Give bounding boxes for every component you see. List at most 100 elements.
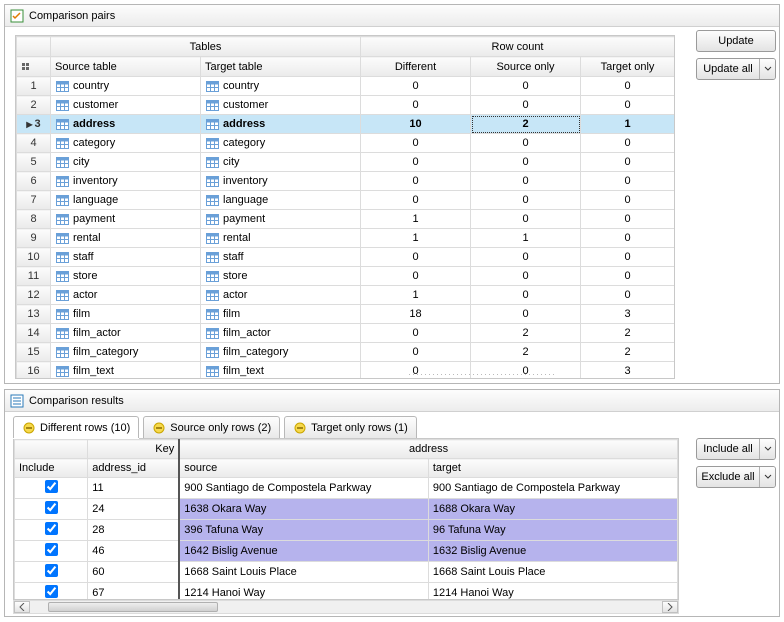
- source-only-cell[interactable]: 0: [471, 267, 581, 286]
- table-row[interactable]: 671214 Hanoi Way1214 Hanoi Way: [15, 583, 678, 601]
- source-only-cell[interactable]: 0: [471, 77, 581, 96]
- row-number[interactable]: 5: [17, 153, 51, 172]
- target-only-cell[interactable]: 0: [581, 210, 675, 229]
- target-only-cell[interactable]: 0: [581, 191, 675, 210]
- address-id-cell[interactable]: 28: [88, 520, 180, 541]
- source-table-cell[interactable]: category: [51, 134, 201, 153]
- different-cell[interactable]: 0: [361, 172, 471, 191]
- col-group-rowcount[interactable]: Row count: [361, 37, 675, 57]
- different-cell[interactable]: 1: [361, 210, 471, 229]
- different-cell[interactable]: 0: [361, 343, 471, 362]
- row-number[interactable]: 1: [17, 77, 51, 96]
- include-checkbox[interactable]: [45, 501, 58, 514]
- different-cell[interactable]: 0: [361, 134, 471, 153]
- table-row[interactable]: 461642 Bislig Avenue1632 Bislig Avenue: [15, 541, 678, 562]
- row-number[interactable]: 13: [17, 305, 51, 324]
- table-row[interactable]: 12actoractor100: [17, 286, 675, 305]
- row-number[interactable]: 16: [17, 362, 51, 380]
- target-value-cell[interactable]: 1632 Bislig Avenue: [428, 541, 677, 562]
- target-table-cell[interactable]: city: [201, 153, 361, 172]
- target-table-cell[interactable]: country: [201, 77, 361, 96]
- source-only-cell[interactable]: 2: [471, 115, 581, 134]
- target-value-cell[interactable]: 1668 Saint Louis Place: [428, 562, 677, 583]
- target-only-cell[interactable]: 3: [581, 305, 675, 324]
- row-number[interactable]: 12: [17, 286, 51, 305]
- source-only-cell[interactable]: 0: [471, 248, 581, 267]
- source-only-cell[interactable]: 0: [471, 96, 581, 115]
- table-row[interactable]: 4categorycategory000: [17, 134, 675, 153]
- update-button[interactable]: Update: [696, 30, 776, 52]
- table-row[interactable]: 1countrycountry000: [17, 77, 675, 96]
- source-value-cell[interactable]: 1642 Bislig Avenue: [179, 541, 428, 562]
- different-cell[interactable]: 0: [361, 324, 471, 343]
- source-only-cell[interactable]: 2: [471, 343, 581, 362]
- include-checkbox[interactable]: [45, 522, 58, 535]
- target-only-cell[interactable]: 2: [581, 324, 675, 343]
- row-number[interactable]: 10: [17, 248, 51, 267]
- table-row[interactable]: 6inventoryinventory000: [17, 172, 675, 191]
- source-value-cell[interactable]: 900 Santiago de Compostela Parkway: [179, 478, 428, 499]
- source-table-cell[interactable]: language: [51, 191, 201, 210]
- row-number[interactable]: 9: [17, 229, 51, 248]
- tab-target-only-rows[interactable]: Target only rows (1): [284, 416, 417, 438]
- target-table-cell[interactable]: actor: [201, 286, 361, 305]
- source-table-cell[interactable]: customer: [51, 96, 201, 115]
- source-only-cell[interactable]: 1: [471, 229, 581, 248]
- target-only-cell[interactable]: 0: [581, 267, 675, 286]
- include-cell[interactable]: [15, 478, 88, 499]
- table-row[interactable]: 10staffstaff000: [17, 248, 675, 267]
- scroll-left-button[interactable]: [14, 601, 30, 613]
- pairs-grid[interactable]: Tables Row count Source table Target tab…: [15, 35, 675, 379]
- update-all-dropdown[interactable]: [759, 59, 775, 79]
- table-row[interactable]: 14film_actorfilm_actor022: [17, 324, 675, 343]
- table-row[interactable]: 8paymentpayment100: [17, 210, 675, 229]
- target-only-cell[interactable]: 0: [581, 286, 675, 305]
- table-row[interactable]: 11storestore000: [17, 267, 675, 286]
- row-number[interactable]: 7: [17, 191, 51, 210]
- col-group-tables[interactable]: Tables: [51, 37, 361, 57]
- target-only-cell[interactable]: 0: [581, 229, 675, 248]
- source-table-cell[interactable]: film_text: [51, 362, 201, 380]
- source-value-cell[interactable]: 1638 Okara Way: [179, 499, 428, 520]
- col-group-key[interactable]: Key: [88, 440, 180, 459]
- source-only-cell[interactable]: 0: [471, 172, 581, 191]
- different-cell[interactable]: 1: [361, 286, 471, 305]
- col-source-table[interactable]: Source table: [51, 57, 201, 77]
- table-row[interactable]: 601668 Saint Louis Place1668 Saint Louis…: [15, 562, 678, 583]
- address-id-cell[interactable]: 46: [88, 541, 180, 562]
- target-table-cell[interactable]: film_category: [201, 343, 361, 362]
- col-target-only[interactable]: Target only: [581, 57, 675, 77]
- table-row[interactable]: 5citycity000: [17, 153, 675, 172]
- update-all-button[interactable]: Update all: [696, 58, 776, 80]
- row-number[interactable]: 2: [17, 96, 51, 115]
- col-target-table[interactable]: Target table: [201, 57, 361, 77]
- include-checkbox[interactable]: [45, 585, 58, 598]
- target-only-cell[interactable]: 1: [581, 115, 675, 134]
- scroll-right-button[interactable]: [662, 601, 678, 613]
- row-selector-header[interactable]: [17, 57, 51, 77]
- target-only-cell[interactable]: 0: [581, 77, 675, 96]
- panel-splitter[interactable]: ·····································: [280, 370, 684, 378]
- target-table-cell[interactable]: inventory: [201, 172, 361, 191]
- row-number[interactable]: 15: [17, 343, 51, 362]
- target-only-cell[interactable]: 0: [581, 172, 675, 191]
- target-table-cell[interactable]: store: [201, 267, 361, 286]
- include-all-button[interactable]: Include all: [696, 438, 776, 460]
- include-all-dropdown[interactable]: [759, 439, 775, 459]
- different-cell[interactable]: 10: [361, 115, 471, 134]
- target-only-cell[interactable]: 2: [581, 343, 675, 362]
- col-group-address[interactable]: address: [179, 440, 677, 459]
- different-cell[interactable]: 0: [361, 191, 471, 210]
- source-only-cell[interactable]: 0: [471, 134, 581, 153]
- different-cell[interactable]: 18: [361, 305, 471, 324]
- different-cell[interactable]: 0: [361, 96, 471, 115]
- table-row[interactable]: 3addressaddress1021: [17, 115, 675, 134]
- source-table-cell[interactable]: address: [51, 115, 201, 134]
- table-row[interactable]: 28396 Tafuna Way96 Tafuna Way: [15, 520, 678, 541]
- row-number[interactable]: 14: [17, 324, 51, 343]
- table-row[interactable]: 11900 Santiago de Compostela Parkway900 …: [15, 478, 678, 499]
- source-table-cell[interactable]: rental: [51, 229, 201, 248]
- exclude-all-dropdown[interactable]: [759, 467, 775, 487]
- scroll-thumb[interactable]: [48, 602, 218, 612]
- row-number[interactable]: 8: [17, 210, 51, 229]
